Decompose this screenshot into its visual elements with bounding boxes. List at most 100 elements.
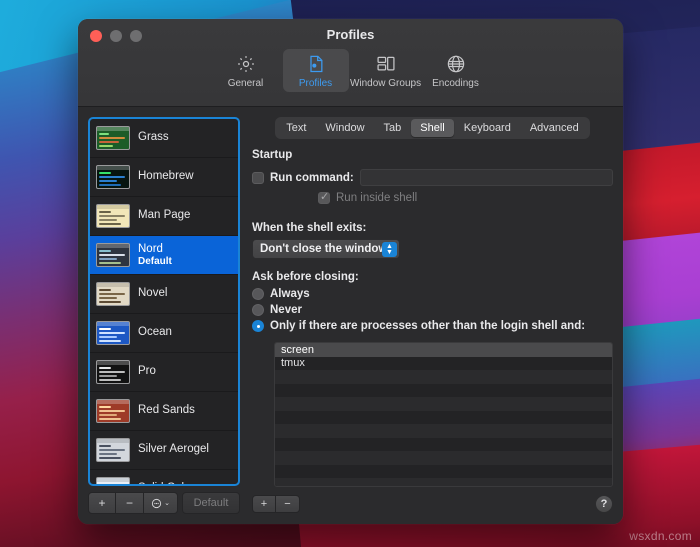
profile-name: Nord xyxy=(138,242,163,255)
shell-exits-value: Don't close the window xyxy=(260,243,388,255)
profile-name: Homebrew xyxy=(138,170,194,183)
toolbar-label-profiles: Profiles xyxy=(298,78,333,89)
help-button[interactable]: ? xyxy=(595,495,613,513)
process-list-buttons: + − xyxy=(252,495,300,513)
radio-always[interactable] xyxy=(252,288,264,300)
profile-row-grass[interactable]: Grass xyxy=(90,119,238,158)
startup-section-title: Startup xyxy=(252,149,293,161)
ask-option-always-label: Always xyxy=(270,288,310,300)
toolbar-item-encodings[interactable]: Encodings xyxy=(423,49,489,92)
profile-name: Ocean xyxy=(138,326,172,339)
toolbar-label-window-groups: Window Groups xyxy=(349,78,422,89)
run-command-label: Run command: xyxy=(270,171,354,184)
process-list-empty-row xyxy=(275,465,612,479)
profile-name: Grass xyxy=(138,131,169,144)
profile-row-ocean[interactable]: Ocean xyxy=(90,314,238,353)
profile-name: Man Page xyxy=(138,209,191,222)
profile-name: Solid Colors xyxy=(138,482,200,484)
remove-profile-button[interactable]: − xyxy=(116,492,144,514)
profiles-preferences-window: Profiles General Profiles Window Groups … xyxy=(78,19,623,524)
profile-row-red-sands[interactable]: Red Sands xyxy=(90,392,238,431)
process-list-empty-row xyxy=(275,424,612,438)
run-command-row: Run command: xyxy=(252,169,613,186)
process-list[interactable]: screen tmux xyxy=(274,342,613,487)
profile-thumbnail xyxy=(96,360,130,384)
profile-name: Pro xyxy=(138,365,156,378)
tab-shell[interactable]: Shell xyxy=(411,119,454,137)
shell-settings-pane: Startup Run command: Run inside shell Wh… xyxy=(252,149,613,514)
profile-thumbnail xyxy=(96,438,130,462)
run-command-checkbox[interactable] xyxy=(252,171,264,184)
process-list-item[interactable]: screen xyxy=(275,343,612,357)
profile-list[interactable]: Grass Homebrew Man Page Nord Default Nov… xyxy=(88,117,240,486)
profile-thumbnail xyxy=(96,243,130,267)
profile-list-toolbar: + − ⌄ Default xyxy=(88,492,240,514)
tab-tab[interactable]: Tab xyxy=(375,119,411,137)
profile-name: Silver Aerogel xyxy=(138,443,209,456)
gear-icon xyxy=(151,498,162,508)
profile-actions-menu-button[interactable]: ⌄ xyxy=(144,492,178,514)
process-list-footer: + − ? xyxy=(252,494,613,514)
profile-row-man-page[interactable]: Man Page xyxy=(90,197,238,236)
process-list-empty-row xyxy=(275,397,612,411)
process-list-empty-row xyxy=(275,370,612,384)
profile-row-novel[interactable]: Novel xyxy=(90,275,238,314)
profile-name: Novel xyxy=(138,287,168,300)
toolbar-label-general: General xyxy=(227,78,264,89)
document-gear-icon xyxy=(306,53,326,75)
globe-icon xyxy=(446,53,466,75)
profile-row-silver-aerogel[interactable]: Silver Aerogel xyxy=(90,431,238,470)
site-watermark: wsxdn.com xyxy=(629,529,692,543)
profile-row-nord[interactable]: Nord Default xyxy=(90,236,238,275)
process-list-empty-row xyxy=(275,438,612,452)
tab-keyboard[interactable]: Keyboard xyxy=(455,119,520,137)
process-list-item[interactable]: tmux xyxy=(275,357,612,371)
settings-tabbar: Text Window Tab Shell Keyboard Advanced xyxy=(252,117,613,139)
profile-thumbnail xyxy=(96,204,130,228)
radio-never[interactable] xyxy=(252,304,264,316)
profile-thumbnail xyxy=(96,165,130,189)
run-inside-shell-row: Run inside shell xyxy=(318,190,613,204)
ask-option-never[interactable]: Never xyxy=(252,304,613,316)
run-command-input[interactable] xyxy=(359,169,613,186)
tab-advanced[interactable]: Advanced xyxy=(521,119,588,137)
radio-only-if-processes[interactable] xyxy=(252,320,264,332)
profile-row-solid-colors[interactable]: Solid Colors xyxy=(90,470,238,484)
remove-process-button[interactable]: − xyxy=(276,495,300,513)
gear-icon xyxy=(236,53,256,75)
profile-row-pro[interactable]: Pro xyxy=(90,353,238,392)
window-body: Grass Homebrew Man Page Nord Default Nov… xyxy=(78,107,623,524)
profile-thumbnail xyxy=(96,399,130,423)
tab-text[interactable]: Text xyxy=(277,119,315,137)
window-title: Profiles xyxy=(326,27,375,42)
process-list-empty-row xyxy=(275,411,612,425)
toolbar-item-general[interactable]: General xyxy=(213,49,279,92)
profile-list-scroll[interactable]: Grass Homebrew Man Page Nord Default Nov… xyxy=(90,119,238,484)
window-groups-icon xyxy=(376,53,396,75)
profile-thumbnail xyxy=(96,477,130,484)
add-profile-button[interactable]: + xyxy=(88,492,116,514)
chevron-updown-icon: ▲ ▼ xyxy=(382,242,397,257)
profile-name: Red Sands xyxy=(138,404,195,417)
ask-option-never-label: Never xyxy=(270,304,302,316)
desktop-background: wsxdn.com Profiles General Profiles Wind… xyxy=(0,0,700,547)
settings-tabs: Text Window Tab Shell Keyboard Advanced xyxy=(275,117,590,139)
run-inside-shell-checkbox[interactable] xyxy=(318,190,330,204)
profile-thumbnail xyxy=(96,282,130,306)
chevron-down-icon: ⌄ xyxy=(164,500,170,507)
shell-exits-select[interactable]: Don't close the window ▲ ▼ xyxy=(252,239,400,259)
profile-row-homebrew[interactable]: Homebrew xyxy=(90,158,238,197)
set-default-button[interactable]: Default xyxy=(182,492,240,514)
add-process-button[interactable]: + xyxy=(252,495,276,513)
tab-window[interactable]: Window xyxy=(316,119,373,137)
profile-thumbnail xyxy=(96,126,130,150)
shell-exits-title: When the shell exits: xyxy=(252,222,367,234)
toolbar-item-profiles[interactable]: Profiles xyxy=(282,49,349,92)
preferences-toolbar: General Profiles Window Groups Encodings xyxy=(78,49,623,92)
ask-option-only-if-processes[interactable]: Only if there are processes other than t… xyxy=(252,320,613,332)
toolbar-item-window-groups[interactable]: Window Groups xyxy=(349,49,422,92)
ask-option-only-if-processes-label: Only if there are processes other than t… xyxy=(270,320,586,332)
ask-option-always[interactable]: Always xyxy=(252,288,613,300)
ask-before-closing-title: Ask before closing: xyxy=(252,271,359,283)
process-list-empty-row xyxy=(275,478,612,486)
